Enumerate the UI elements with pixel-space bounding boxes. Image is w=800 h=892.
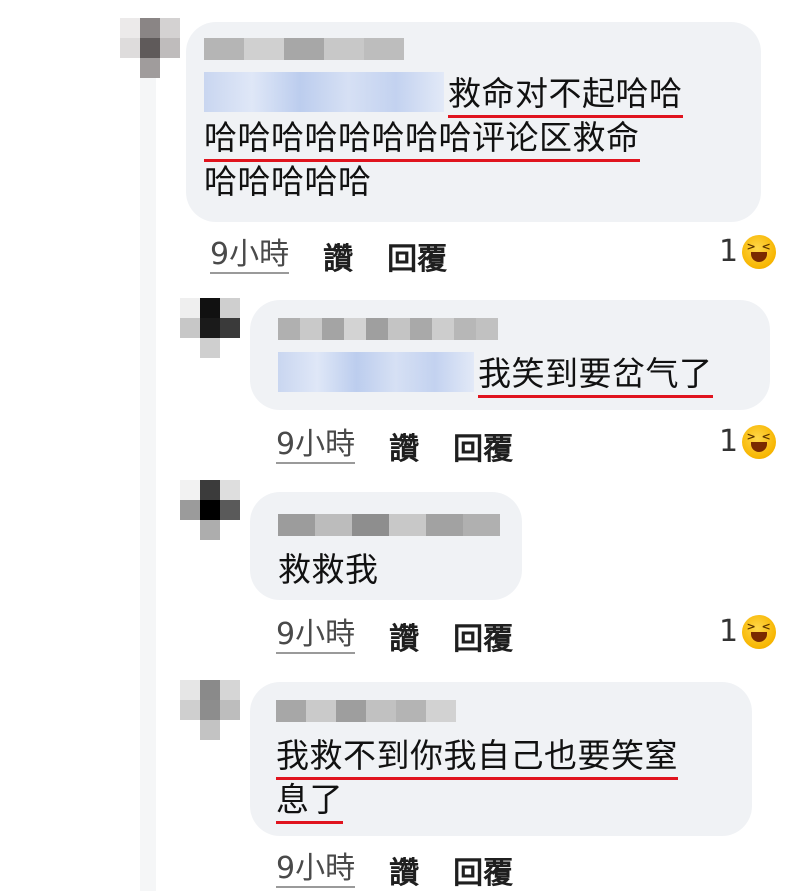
thread-line (140, 70, 156, 891)
reply-button[interactable]: 回覆 (453, 848, 513, 892)
comment-bubble: 救救我 (250, 492, 522, 600)
reply-button[interactable]: 回覆 (387, 234, 447, 278)
reply-button[interactable]: 回覆 (453, 614, 513, 658)
like-button[interactable]: 讚 (323, 234, 353, 278)
comment-bubble: 我笑到要岔气了 (250, 300, 770, 410)
like-button[interactable]: 讚 (389, 614, 419, 658)
reaction-summary[interactable]: 1 (719, 614, 777, 649)
comment-actions: 9小時 讚 回覆 (276, 848, 513, 892)
laughing-emoji-icon (742, 234, 777, 269)
avatar[interactable] (180, 680, 240, 740)
mention-tag-blurred[interactable] (278, 351, 474, 392)
reply-button[interactable]: 回覆 (453, 424, 513, 468)
comment-actions: 9小時 讚 回覆 (276, 614, 513, 658)
author-name-blurred[interactable] (204, 38, 404, 60)
comment-text: 救救我 (278, 550, 379, 589)
comment-text: 我救不到你我自己也要笑窒 息了 (276, 734, 732, 824)
avatar[interactable] (180, 298, 240, 358)
laughing-emoji-icon (742, 424, 777, 459)
like-button[interactable]: 讚 (389, 424, 419, 468)
comment-bubble: 我救不到你我自己也要笑窒 息了 (250, 682, 752, 836)
author-name-blurred[interactable] (278, 318, 498, 340)
reaction-summary[interactable]: 1 (719, 424, 777, 459)
timestamp-link[interactable]: 9小時 (276, 618, 356, 654)
reaction-count: 1 (719, 614, 739, 649)
avatar[interactable] (120, 18, 180, 78)
reaction-count: 1 (719, 234, 739, 269)
reaction-summary[interactable]: 1 (719, 234, 777, 269)
author-name-blurred[interactable] (278, 514, 500, 536)
comment-bubble: 救命对不起哈哈 哈哈哈哈哈哈哈哈评论区救命 哈哈哈哈哈 (186, 22, 761, 222)
reaction-count: 1 (719, 424, 739, 459)
author-name-blurred[interactable] (276, 700, 456, 722)
comment-actions: 9小時 讚 回覆 (276, 424, 513, 468)
mention-tag-blurred[interactable] (204, 71, 444, 112)
timestamp-link[interactable]: 9小時 (276, 428, 356, 464)
avatar[interactable] (180, 480, 240, 540)
comment-actions: 9小時 讚 回覆 (210, 234, 447, 278)
laughing-emoji-icon (742, 614, 777, 649)
like-button[interactable]: 讚 (389, 848, 419, 892)
timestamp-link[interactable]: 9小時 (276, 852, 356, 888)
comment-text: 我笑到要岔气了 (278, 351, 744, 398)
timestamp-link[interactable]: 9小時 (210, 238, 290, 274)
comment-text: 救命对不起哈哈 哈哈哈哈哈哈哈哈评论区救命 哈哈哈哈哈 (204, 71, 735, 204)
